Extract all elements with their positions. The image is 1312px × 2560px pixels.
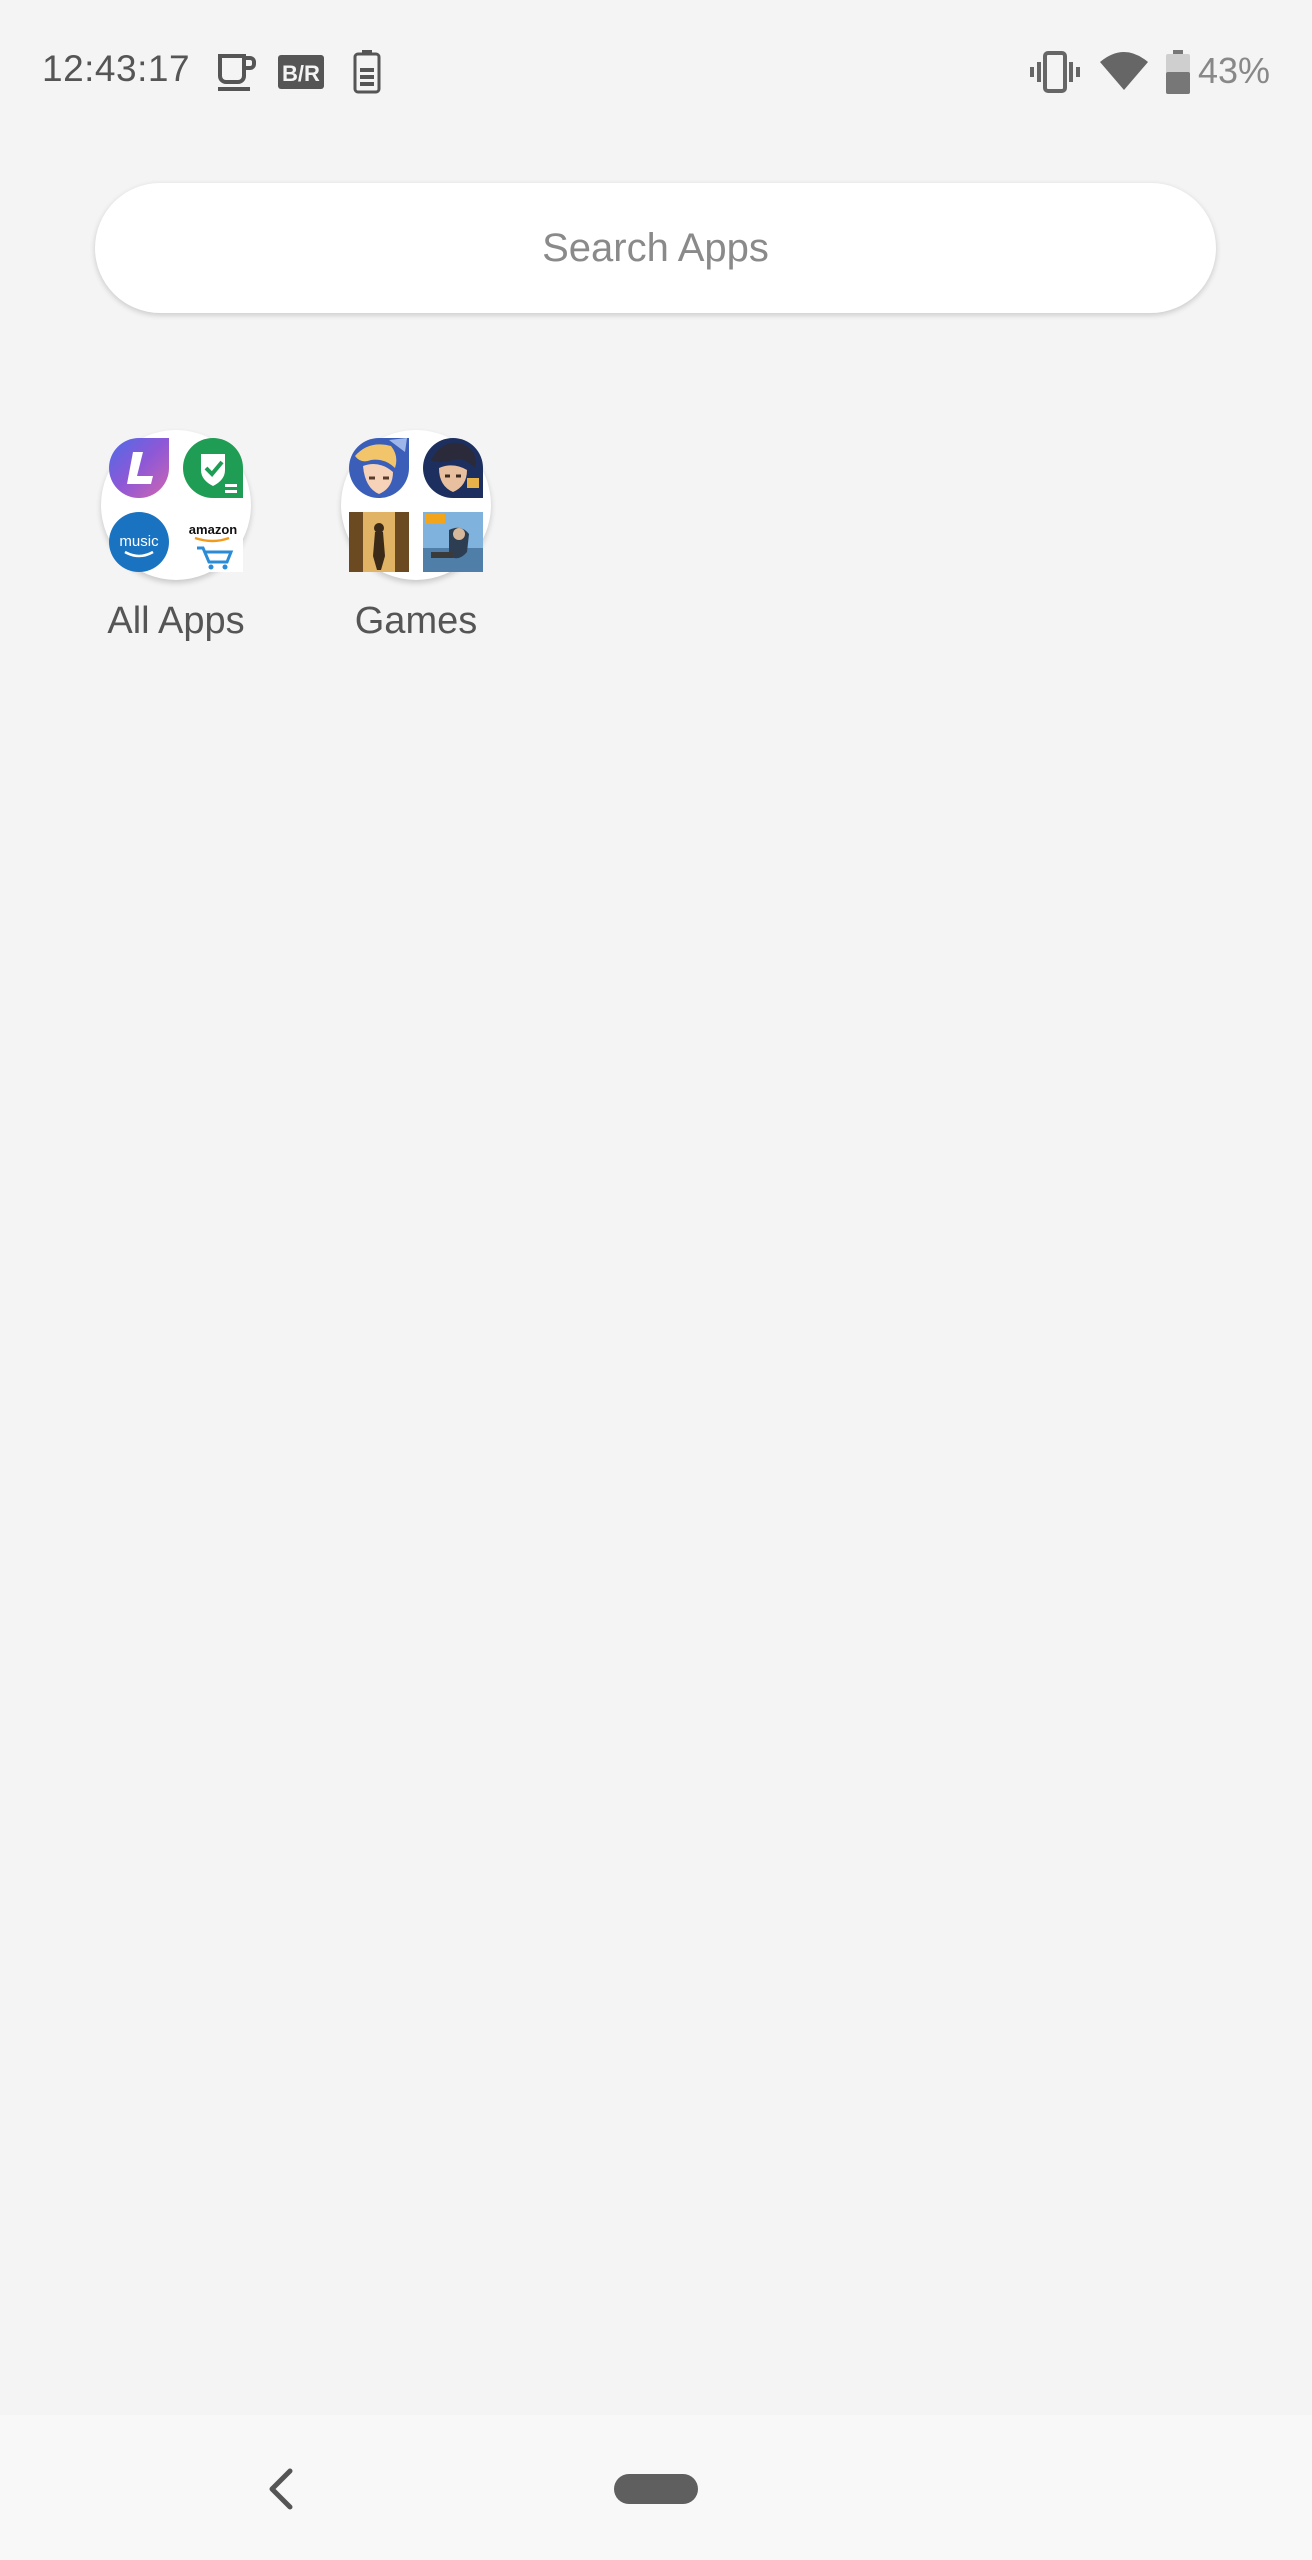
search-apps-bar[interactable]: Search Apps [95, 183, 1216, 313]
L-app-icon [109, 438, 169, 498]
svg-text:B/R: B/R [282, 61, 320, 86]
battery-percent: 43% [1197, 50, 1270, 91]
battery-saver-icon [353, 50, 381, 94]
svg-text:amazon: amazon [189, 522, 237, 537]
folder-all-apps-label: All Apps [107, 600, 245, 642]
status-bar: 12:43:17 B/R 43% [0, 0, 1312, 145]
folder-all-apps-icon: music amazon [101, 430, 251, 580]
back-chevron-icon[interactable] [262, 2467, 302, 2511]
folder-games[interactable]: Games [296, 425, 536, 655]
battleground-game-icon [423, 512, 483, 572]
status-time: 12:43:17 [42, 48, 191, 89]
folder-all-apps[interactable]: music amazon All Apps [56, 425, 296, 655]
svg-text:music: music [119, 533, 159, 550]
br-app-icon: B/R [278, 55, 324, 89]
shield-check-app-icon [183, 438, 243, 498]
amazon-shopping-icon: amazon [183, 512, 243, 572]
folder-games-label: Games [354, 600, 478, 642]
navigation-bar [0, 2415, 1312, 2560]
battery-icon [1166, 50, 1190, 94]
launcher-screen: 12:43:17 B/R 43% Search Apps music amazo… [0, 0, 1312, 2560]
anime-hero-game-icon [349, 438, 409, 498]
coffee-cup-icon [218, 54, 256, 91]
amazon-music-icon: music [109, 512, 169, 572]
vibrate-icon [1030, 51, 1080, 93]
duel-game-icon [423, 438, 483, 498]
adventure-game-icon [349, 512, 409, 572]
folder-games-icon [341, 430, 491, 580]
home-pill-button[interactable] [614, 2474, 698, 2504]
wifi-icon [1100, 52, 1148, 90]
search-placeholder: Search Apps [542, 225, 769, 270]
